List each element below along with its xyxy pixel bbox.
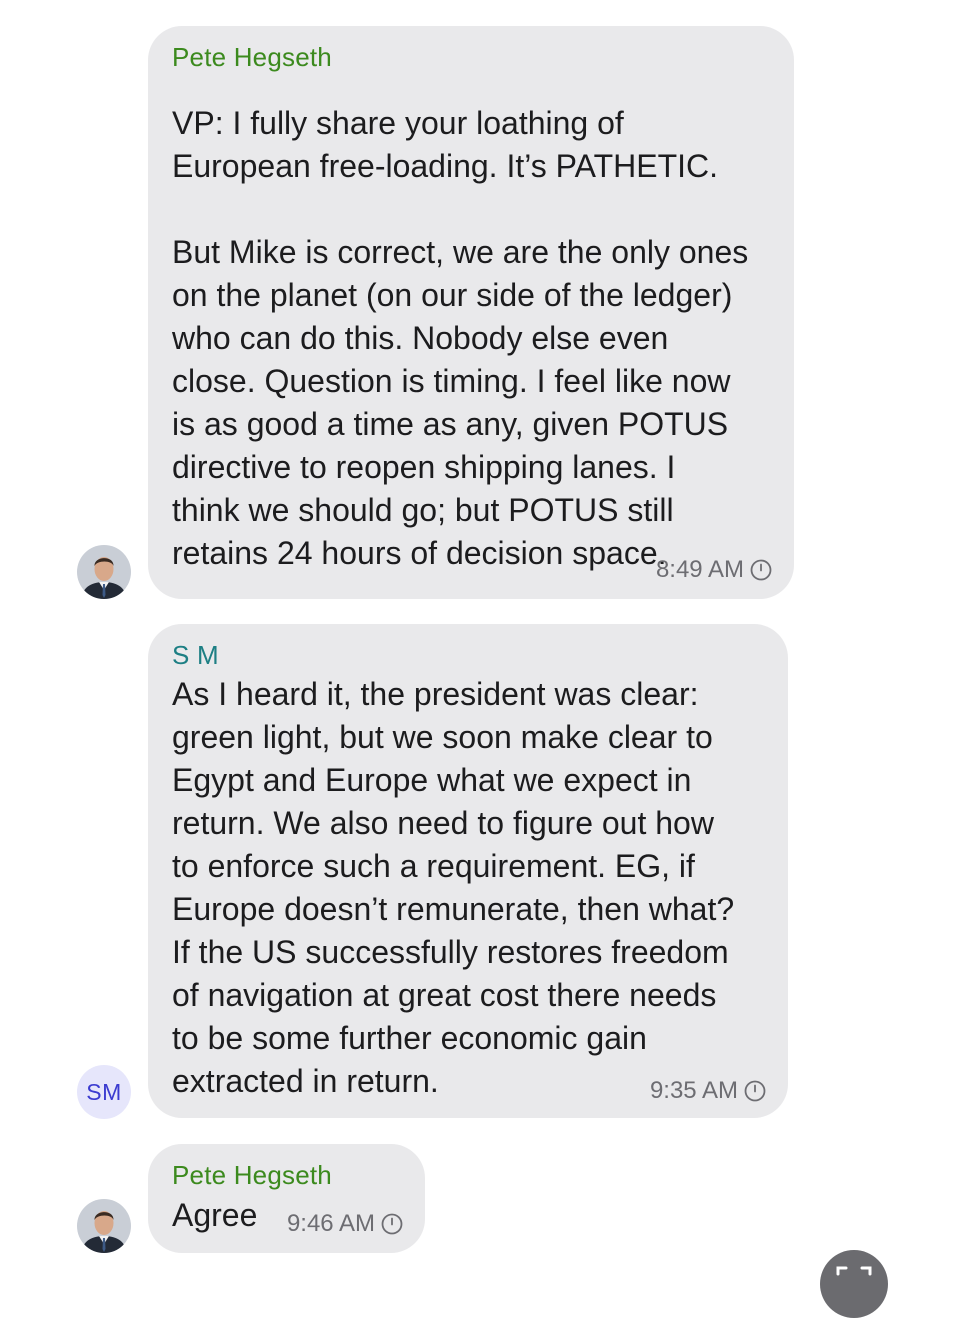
clock-icon bbox=[381, 1213, 403, 1235]
message-text: VP: I fully share your loathing of Europ… bbox=[172, 105, 749, 571]
message-text: As I heard it, the president was clear: … bbox=[172, 676, 735, 1099]
avatar-pete-hegseth[interactable] bbox=[77, 1199, 131, 1253]
sender-name: Pete Hegseth bbox=[172, 42, 332, 72]
clock-icon bbox=[744, 1080, 766, 1102]
message-bubble-3[interactable]: Pete Hegseth Agree 9:46 AM bbox=[148, 1144, 425, 1253]
expand-button[interactable] bbox=[820, 1250, 888, 1318]
message-timestamp: 8:49 AM bbox=[656, 555, 772, 585]
timestamp-text: 8:49 AM bbox=[655, 556, 744, 583]
timestamp-text: 9:46 AM bbox=[286, 1210, 375, 1237]
expand-icon bbox=[836, 1266, 872, 1276]
avatar-sm[interactable]: SM bbox=[77, 1065, 131, 1119]
message-text: Agree bbox=[172, 1197, 258, 1233]
avatar-pete-hegseth[interactable] bbox=[77, 545, 131, 599]
message-timestamp: 9:46 AM bbox=[287, 1209, 403, 1239]
timestamp-text: 9:35 AM bbox=[649, 1077, 738, 1104]
person-photo-avatar bbox=[77, 1199, 131, 1253]
sender-name: S M bbox=[172, 640, 219, 670]
message-bubble-2[interactable]: S M As I heard it, the president was cle… bbox=[148, 624, 788, 1118]
person-photo-avatar bbox=[77, 545, 131, 599]
message-bubble-1[interactable]: Pete Hegseth VP: I fully share your loat… bbox=[148, 26, 794, 599]
clock-icon bbox=[750, 559, 772, 581]
sender-name: Pete Hegseth bbox=[172, 1160, 332, 1190]
message-timestamp: 9:35 AM bbox=[650, 1076, 766, 1106]
